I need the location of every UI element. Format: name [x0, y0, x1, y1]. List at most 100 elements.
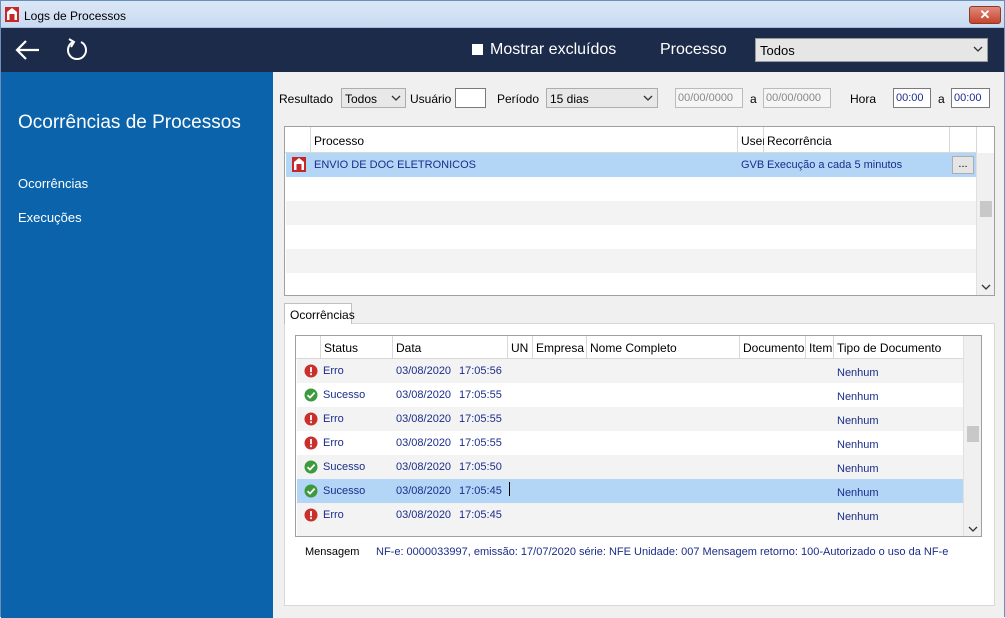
row-doc-type: Nenhum [837, 391, 879, 403]
row-status: Sucesso [323, 485, 366, 497]
row-doc-type: Nenhum [837, 463, 879, 475]
success-icon [304, 484, 318, 498]
grid-header-status[interactable]: Status [321, 336, 393, 359]
grid-header-processo[interactable]: Processo [311, 127, 738, 153]
process-user: GVB [741, 159, 765, 171]
row-date: 03/08/2020 [396, 461, 452, 473]
show-deleted-label: Mostrar excluídos [490, 41, 617, 58]
success-icon [304, 388, 318, 402]
grid-header-icon-col [296, 336, 321, 359]
row-time: 17:05:50 [459, 461, 502, 473]
table-row[interactable]: Sucesso 03/08/2020 17:05:50 Nenhum [297, 455, 965, 479]
grid-header-empresa[interactable]: Empresa [533, 336, 587, 359]
process-icon [292, 157, 306, 172]
show-deleted-checkbox[interactable] [472, 44, 483, 55]
table-row[interactable]: ENVIO DE DOC ELETRONICOS GVB Execução a … [286, 153, 976, 177]
grid-header-data[interactable]: Data [393, 336, 508, 359]
process-grid-scrollbar[interactable] [976, 153, 994, 295]
success-icon [304, 460, 318, 474]
tab-ocorrencias[interactable]: Ocorrências [284, 303, 355, 324]
table-row[interactable]: Erro 03/08/2020 17:05:56 Nenhum [297, 359, 965, 383]
title-bar: Logs de Processos ✕ [1, 1, 1004, 28]
close-button[interactable]: ✕ [969, 6, 1001, 24]
chevron-down-icon[interactable] [981, 283, 991, 291]
hora-separator: a [938, 92, 945, 106]
scrollbar-thumb[interactable] [980, 201, 992, 217]
message-value: NF-e: 0000033997, emissão: 17/07/2020 sé… [376, 546, 949, 558]
row-date: 03/08/2020 [396, 413, 452, 425]
row-doc-type: Nenhum [837, 487, 879, 499]
row-status: Erro [323, 437, 344, 449]
text-cursor [509, 482, 510, 496]
scrollbar-thumb[interactable] [967, 426, 979, 442]
row-date: 03/08/2020 [396, 437, 452, 449]
chevron-down-icon [973, 46, 983, 52]
row-doc-type: Nenhum [837, 439, 879, 451]
date-separator: a [750, 92, 757, 106]
error-icon [304, 412, 318, 426]
process-select[interactable]: Todos [755, 38, 988, 62]
row-status: Sucesso [323, 461, 366, 473]
table-row [297, 527, 965, 536]
process-recurrence: Execução a cada 5 minutos [767, 159, 903, 171]
row-date: 03/08/2020 [396, 485, 452, 497]
row-date: 03/08/2020 [396, 389, 452, 401]
usuario-input[interactable] [455, 88, 486, 108]
table-row [286, 201, 976, 225]
grid-header-user[interactable]: User [738, 127, 766, 153]
row-doc-type: Nenhum [837, 511, 879, 523]
grid-header-recorrencia[interactable]: Recorrência [764, 127, 950, 153]
periodo-select[interactable]: 15 dias [546, 88, 658, 108]
table-row[interactable]: Sucesso 03/08/2020 17:05:55 Nenhum [297, 383, 965, 407]
grid-header-un[interactable]: UN [508, 336, 533, 359]
grid-header-actions [950, 127, 977, 153]
sidebar-item-execucoes[interactable]: Execuções [18, 210, 82, 225]
hora-label: Hora [850, 92, 877, 106]
table-row[interactable]: Erro 03/08/2020 17:05:55 Nenhum [297, 431, 965, 455]
grid-header-item[interactable]: Item [806, 336, 834, 359]
row-time: 17:05:55 [459, 389, 502, 401]
date-to-input[interactable]: 00/00/0000 [763, 88, 831, 108]
table-row[interactable]: Erro 03/08/2020 17:05:55 Nenhum [297, 407, 965, 431]
grid-header-documento[interactable]: Documento [740, 336, 806, 359]
table-row[interactable]: Erro 03/08/2020 17:05:45 Nenhum [297, 503, 965, 527]
table-row [286, 177, 976, 201]
app-logo-icon [5, 7, 19, 22]
process-select-value: Todos [760, 43, 795, 58]
row-time: 17:05:56 [459, 365, 502, 377]
row-time: 17:05:45 [459, 509, 502, 521]
row-time: 17:05:55 [459, 437, 502, 449]
row-doc-type: Nenhum [837, 415, 879, 427]
chevron-down-icon [391, 95, 401, 101]
hora-from-input[interactable]: 00:00 [893, 88, 931, 108]
periodo-select-value: 15 dias [550, 92, 589, 106]
row-status: Erro [323, 413, 344, 425]
table-row[interactable]: Sucesso 03/08/2020 17:05:45 Nenhum [297, 479, 965, 503]
resultado-select[interactable]: Todos [341, 88, 406, 108]
hora-to-input[interactable]: 00:00 [951, 88, 990, 108]
grid-header-tipo-documento[interactable]: Tipo de Documento [834, 336, 964, 359]
back-arrow-icon[interactable] [15, 38, 41, 62]
chevron-down-icon[interactable] [968, 525, 978, 533]
resultado-select-value: Todos [345, 92, 378, 106]
refresh-icon[interactable] [65, 37, 89, 61]
process-label: Processo [660, 41, 727, 58]
usuario-label: Usuário [410, 92, 452, 106]
error-icon [304, 436, 318, 450]
row-time: 17:05:45 [459, 485, 502, 497]
occurrences-grid-scrollbar[interactable] [963, 336, 981, 536]
date-from-input[interactable]: 00/00/0000 [675, 88, 743, 108]
process-details-button[interactable]: ... [952, 156, 974, 174]
row-status: Sucesso [323, 389, 366, 401]
table-row [286, 249, 976, 273]
row-doc-type: Nenhum [837, 367, 879, 379]
toolbar: Mostrar excluídos Processo Todos [1, 28, 1004, 72]
message-label: Mensagem [305, 546, 360, 558]
row-status: Erro [323, 509, 344, 521]
occurrences-grid: Status Data UN Empresa Nome Completo Doc… [295, 335, 982, 537]
row-time: 17:05:55 [459, 413, 502, 425]
sidebar-item-ocorrencias[interactable]: Ocorrências [18, 176, 88, 191]
sidebar-title: Ocorrências de Processos [18, 112, 241, 133]
chevron-down-icon [643, 95, 653, 101]
grid-header-nome-completo[interactable]: Nome Completo [587, 336, 740, 359]
